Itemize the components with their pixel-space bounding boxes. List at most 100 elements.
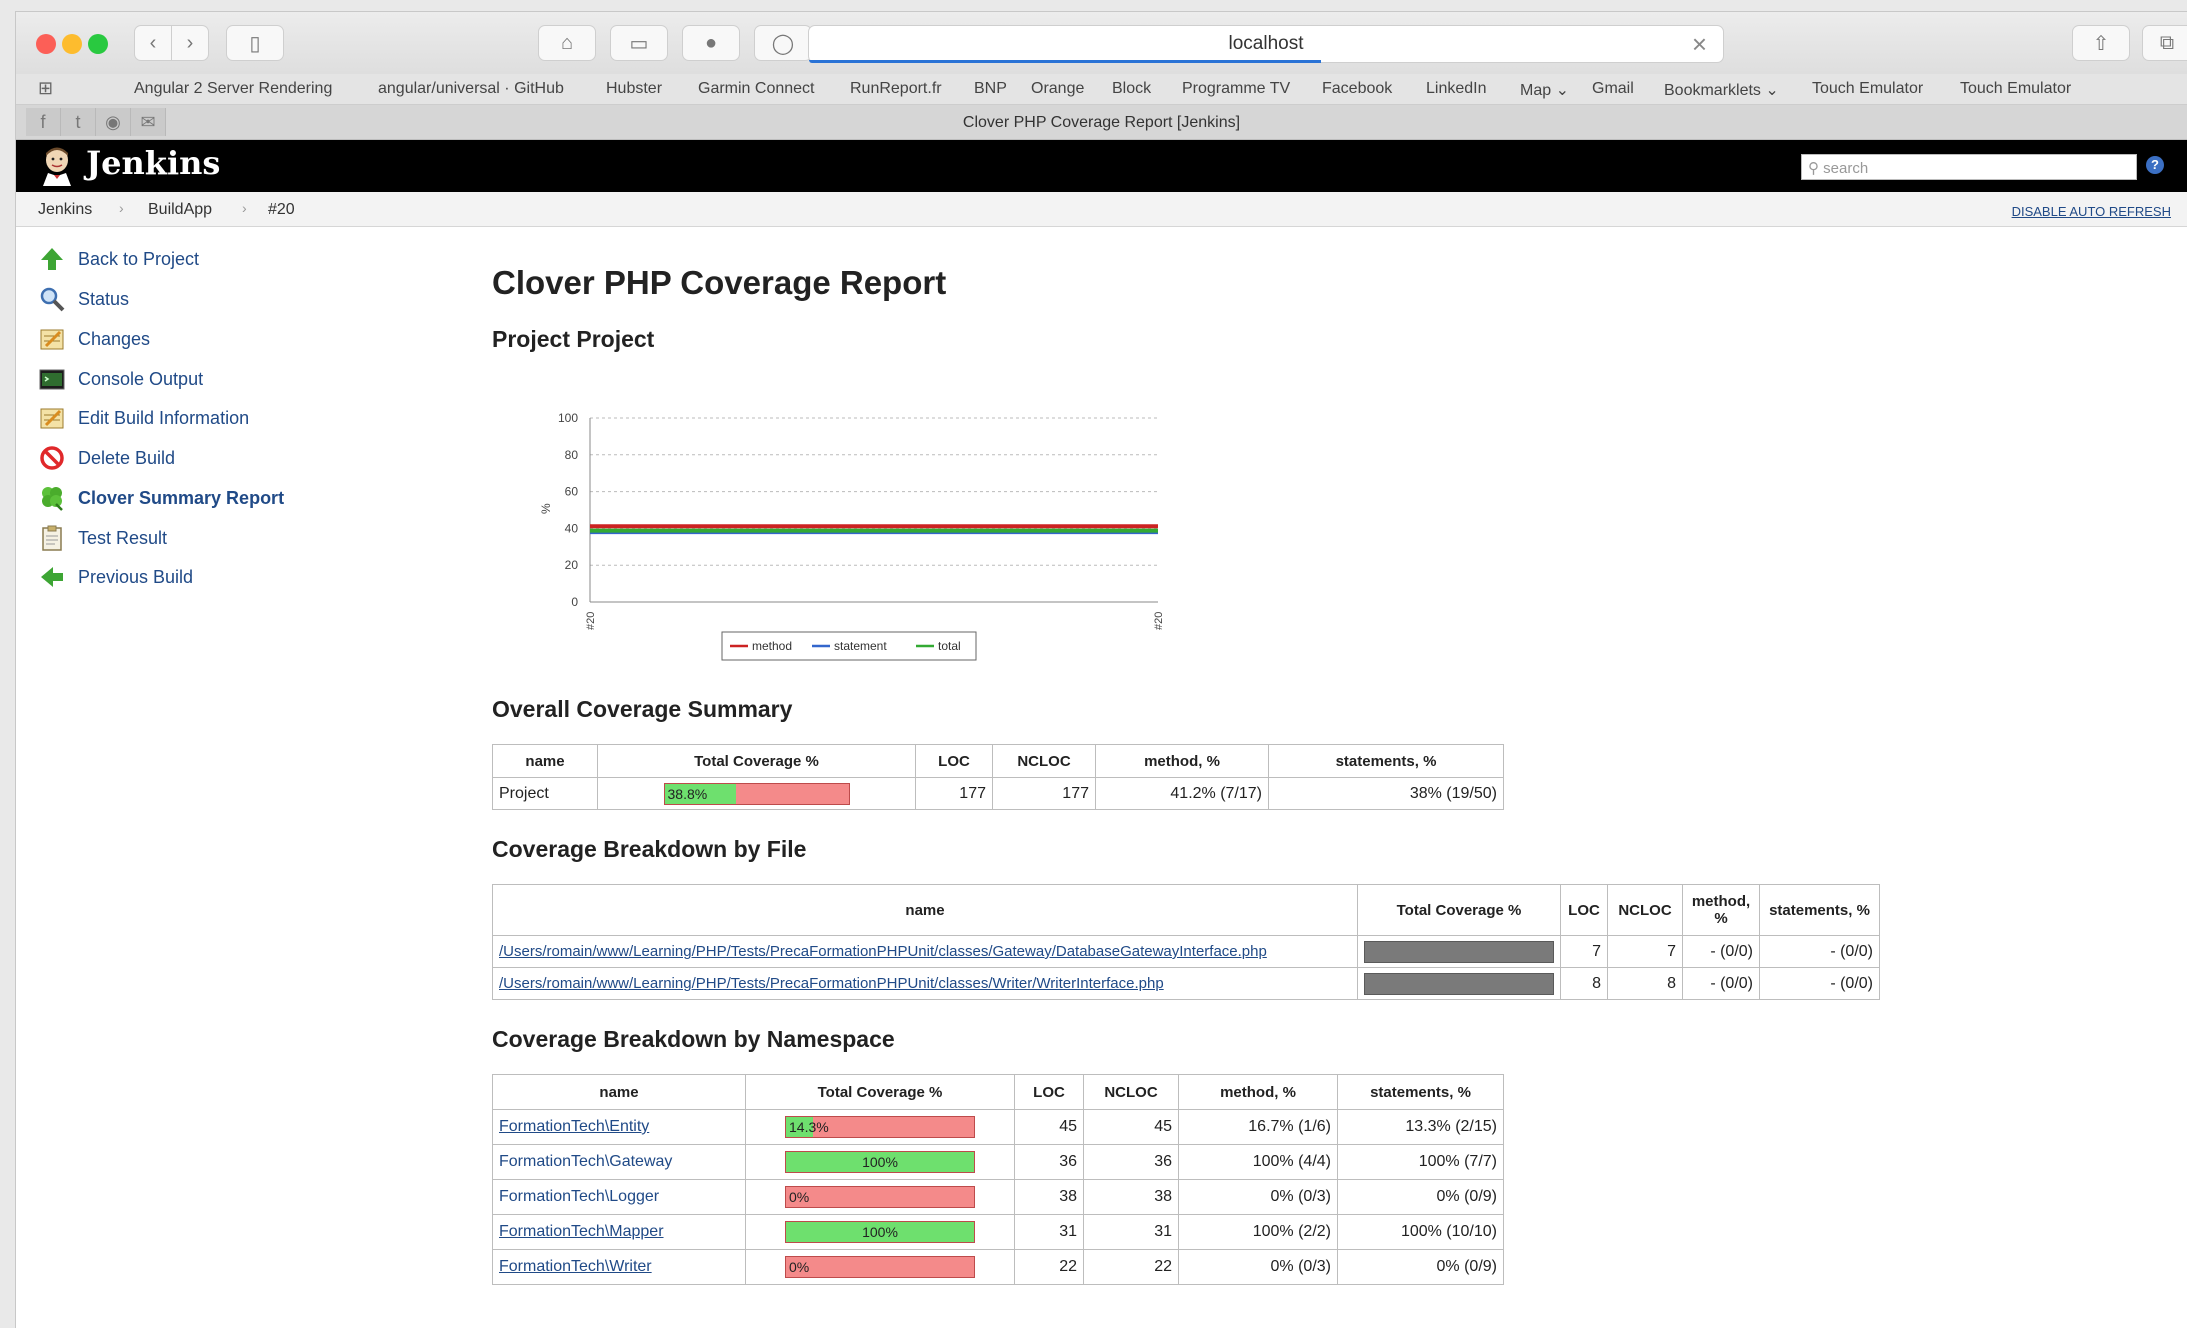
coverage-percent: 100%	[862, 1224, 898, 1240]
loading-progress	[809, 60, 1321, 63]
method-cell: 0% (0/3)	[1178, 1179, 1338, 1215]
sidebar-icon: ▯	[249, 32, 261, 55]
zoom-window-button[interactable]	[88, 34, 108, 54]
forward-button[interactable]: ›	[171, 25, 209, 61]
bookmark-item[interactable]: Programme TV	[1182, 80, 1290, 98]
coverage-bar: 0%	[785, 1186, 975, 1208]
minimize-window-button[interactable]	[62, 34, 82, 54]
jenkins-butler-icon[interactable]	[40, 146, 74, 186]
overall-coverage-table: name Total Coverage % LOC NCLOC method, …	[492, 744, 1504, 810]
legend-label: statement	[834, 639, 887, 653]
breadcrumb-jenkins[interactable]: Jenkins	[38, 201, 92, 219]
jenkins-header: Jenkins ⚲ search ?	[16, 140, 2187, 192]
bookmark-item[interactable]: Angular 2 Server Rendering	[134, 80, 332, 98]
back-button[interactable]: ‹	[134, 25, 172, 61]
method-cell: 0% (0/3)	[1178, 1249, 1338, 1285]
namespace-name-cell: FormationTech\Gateway	[492, 1144, 746, 1180]
sidebar-item-label: Status	[78, 288, 130, 309]
column-header: statements, %	[1337, 1074, 1504, 1110]
bookmark-item[interactable]: Gmail	[1592, 80, 1634, 98]
grid-icon[interactable]: ⊞	[38, 78, 53, 99]
clipboard-icon	[42, 525, 62, 551]
bookmark-item[interactable]: Touch Emulator	[1812, 80, 1923, 98]
left-arrow-icon	[41, 567, 63, 587]
bookmark-item[interactable]: Hubster	[606, 80, 662, 98]
home-button[interactable]: ⌂	[538, 25, 596, 61]
namespace-link[interactable]: FormationTech\Mapper	[499, 1223, 664, 1240]
bookmark-item[interactable]: RunReport.fr	[850, 80, 942, 98]
bookmark-folder[interactable]: Bookmarklets ⌄	[1664, 80, 1779, 100]
loc-cell: 38	[1014, 1179, 1084, 1215]
jenkins-brand[interactable]: Jenkins	[86, 144, 220, 182]
namespace-link[interactable]: FormationTech\Writer	[499, 1258, 652, 1275]
method-cell: - (0/0)	[1682, 935, 1760, 968]
sidebar-item-test-result[interactable]: Test Result	[38, 523, 167, 553]
sidebar-item-edit-build-information[interactable]: Edit Build Information	[38, 403, 249, 433]
method-cell: 100% (4/4)	[1178, 1144, 1338, 1180]
sidebar-item-status[interactable]: Status	[38, 284, 129, 314]
share-button[interactable]: ⇧	[2072, 25, 2130, 61]
up-arrow-icon	[41, 248, 63, 270]
active-tab-title[interactable]: Clover PHP Coverage Report [Jenkins]	[16, 114, 2187, 132]
namespace-name-cell: FormationTech\Entity	[492, 1109, 746, 1145]
sidebar-item-console-output[interactable]: Console Output	[38, 364, 203, 394]
loc-cell: 7	[1560, 935, 1608, 968]
column-header: NCLOC	[992, 744, 1096, 778]
bookmark-item[interactable]: Facebook	[1322, 80, 1392, 98]
column-header: method, %	[1095, 744, 1269, 778]
y-tick-label: 40	[565, 521, 579, 535]
bookmark-item[interactable]: angular/universal · GitHub	[378, 80, 564, 98]
browser-window: ‹ › ▯ ⌂ ▭ ● ◯ localhost × ⇧ ⧉ ⊞ Angular …	[16, 12, 2187, 1328]
search-input[interactable]: ⚲ search	[1801, 154, 2137, 180]
chart-legend: method statement total	[721, 631, 977, 661]
table-header-row: name Total Coverage % LOC NCLOC method, …	[492, 744, 1504, 778]
clover-icon	[42, 487, 63, 511]
method-cell: 16.7% (1/6)	[1178, 1109, 1338, 1145]
column-header: NCLOC	[1607, 884, 1683, 936]
bookmark-item[interactable]: Touch Emulator	[1960, 80, 2071, 98]
file-link[interactable]: /Users/romain/www/Learning/PHP/Tests/Pre…	[499, 975, 1164, 992]
extension-button-2[interactable]: ◯	[754, 25, 812, 61]
sidebar-item-delete-build[interactable]: Delete Build	[38, 443, 175, 473]
disable-auto-refresh-link[interactable]: DISABLE AUTO REFRESH	[2012, 204, 2171, 219]
help-icon[interactable]: ?	[2146, 156, 2164, 174]
file-link[interactable]: /Users/romain/www/Learning/PHP/Tests/Pre…	[499, 943, 1267, 960]
bookmark-item[interactable]: LinkedIn	[1426, 80, 1487, 98]
sidebar-item-changes[interactable]: Changes	[38, 324, 150, 354]
statements-cell: 100% (7/7)	[1337, 1144, 1504, 1180]
bookmark-item[interactable]: Block	[1112, 80, 1151, 98]
coverage-cell	[1357, 935, 1561, 968]
bookmark-item[interactable]: Garmin Connect	[698, 80, 815, 98]
sidebar-toggle-button[interactable]: ▯	[226, 25, 284, 61]
share-icon: ⇧	[2092, 32, 2110, 55]
show-tabs-button[interactable]: ⧉	[2142, 25, 2187, 61]
statements-cell: 13.3% (2/15)	[1337, 1109, 1504, 1145]
close-window-button[interactable]	[36, 34, 56, 54]
extension-button-1[interactable]: ●	[682, 25, 740, 61]
namespace-link[interactable]: FormationTech\Gateway	[499, 1153, 672, 1170]
sidebar-item-label: Clover Summary Report	[78, 487, 285, 508]
stop-loading-icon[interactable]: ×	[1692, 29, 1707, 60]
bookmark-item[interactable]: Orange	[1031, 80, 1084, 98]
address-bar[interactable]: localhost ×	[808, 25, 1724, 63]
namespace-name-cell: FormationTech\Mapper	[492, 1214, 746, 1250]
bookmark-folder[interactable]: Map ⌄	[1520, 80, 1569, 100]
print-button[interactable]: ▭	[610, 25, 668, 61]
breadcrumb-project[interactable]: BuildApp	[148, 201, 212, 219]
bookmark-item[interactable]: BNP	[974, 80, 1007, 98]
namespace-link[interactable]: FormationTech\Entity	[499, 1118, 649, 1135]
loc-cell: 8	[1560, 967, 1608, 1000]
sidebar-item-back-to-project[interactable]: Back to Project	[38, 244, 199, 274]
project-heading: Project Project	[492, 326, 655, 352]
loc-cell: 22	[1014, 1249, 1084, 1285]
coverage-percent: 14.3%	[789, 1119, 829, 1135]
namespace-link[interactable]: FormationTech\Logger	[499, 1188, 659, 1205]
sidebar-item-previous-build[interactable]: Previous Build	[38, 562, 193, 592]
ncloc-cell: 7	[1607, 935, 1683, 968]
breadcrumb-build[interactable]: #20	[268, 201, 295, 219]
magnifier-icon	[40, 287, 65, 312]
by-file-heading: Coverage Breakdown by File	[492, 836, 807, 862]
sidebar-item-clover-summary-report[interactable]: Clover Summary Report	[38, 483, 284, 513]
table-row: FormationTech\Entity 14.3% 45 45 16.7% (1/6)…	[492, 1109, 1504, 1145]
bookmark-folder-label: Bookmarklets	[1664, 82, 1761, 99]
